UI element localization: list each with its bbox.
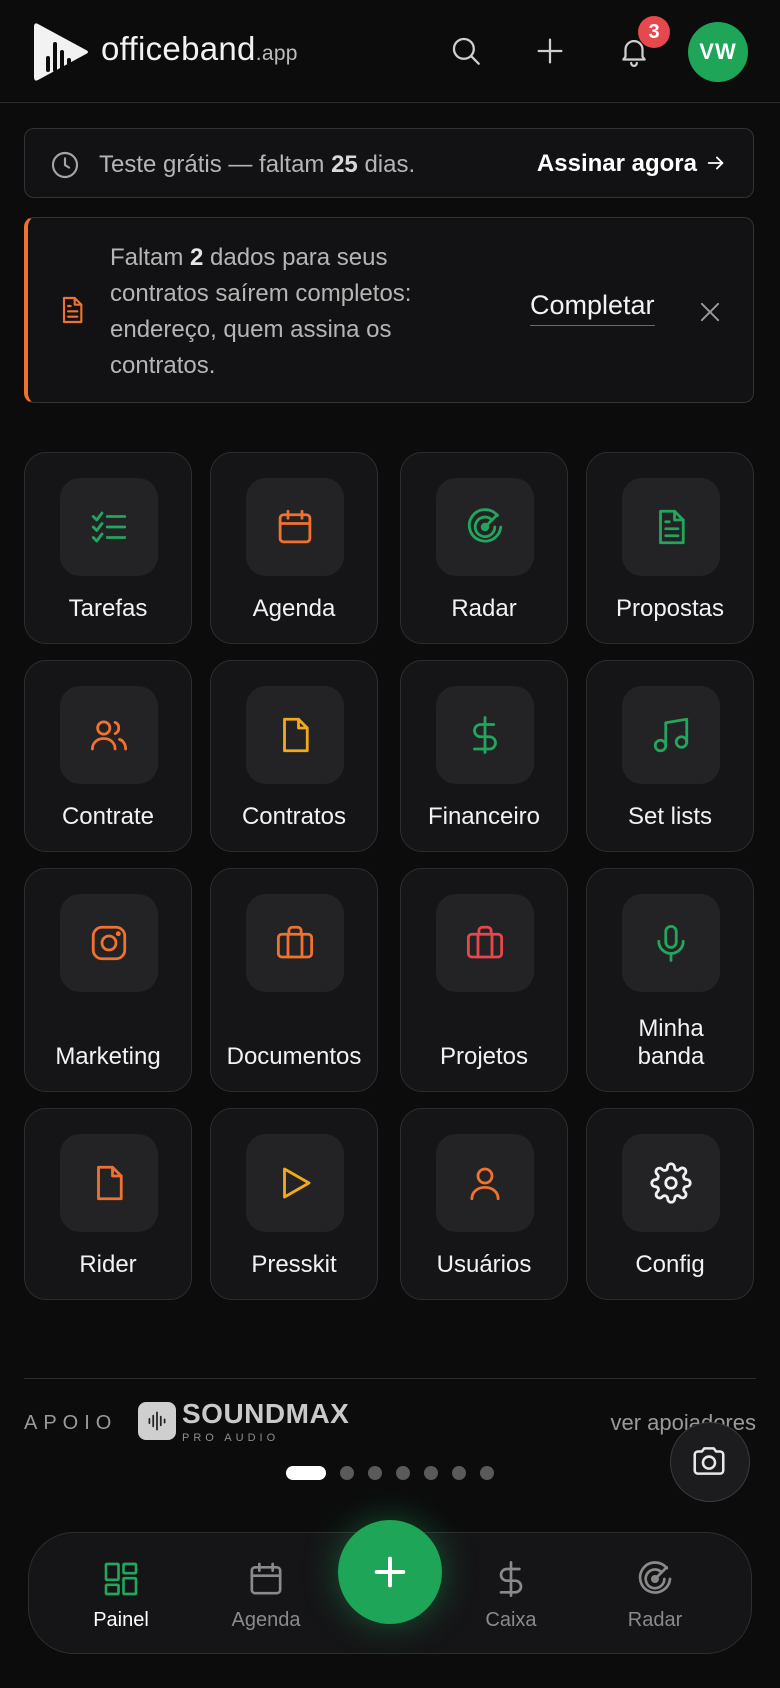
- dollar-icon: [499, 1561, 523, 1597]
- arrow-right-icon: [705, 150, 727, 178]
- tile-presskit[interactable]: Presskit: [210, 1108, 378, 1300]
- nav-label: Painel: [93, 1609, 149, 1631]
- tile-label: Radar: [451, 595, 517, 622]
- tile-label: Contrate: [61, 803, 155, 830]
- file-icon: [97, 1165, 123, 1201]
- user-avatar[interactable]: VW: [688, 22, 748, 82]
- nav-radar[interactable]: Radar: [595, 1559, 715, 1632]
- tile-documentos[interactable]: Documentos: [210, 868, 378, 1092]
- tile-label: Propostas: [615, 595, 725, 622]
- play-icon: [283, 1167, 311, 1199]
- briefcase-icon: [466, 925, 504, 959]
- tile-label: Agenda: [252, 595, 336, 622]
- subscribe-now-link[interactable]: Assinar agora: [537, 150, 727, 178]
- tile-projetos[interactable]: Projetos: [400, 868, 568, 1092]
- sponsor-name[interactable]: SOUNDMAX: [182, 1398, 349, 1430]
- close-icon: [700, 302, 720, 322]
- missing-data-alert: Faltam 2 dados para seus contratos saíre…: [24, 217, 754, 403]
- tile-financeiro[interactable]: Financeiro: [400, 660, 568, 852]
- user-icon: [470, 1167, 500, 1201]
- dollar-icon: [473, 716, 497, 754]
- tile-label: Contratos: [241, 803, 347, 830]
- carousel-dot[interactable]: [452, 1466, 466, 1480]
- plus-icon: [374, 1556, 406, 1588]
- carousel-dot[interactable]: [368, 1466, 382, 1480]
- instagram-icon: [91, 925, 127, 961]
- tile-label: Usuários: [436, 1251, 532, 1278]
- trial-banner: Teste grátis — faltam 25 dias. Assinar a…: [24, 128, 754, 198]
- alert-count: 2: [190, 244, 204, 271]
- radar-icon: [467, 508, 503, 543]
- officeband-logo-icon[interactable]: [32, 20, 92, 84]
- trial-days: 25: [331, 151, 358, 178]
- tile-tarefas[interactable]: Tarefas: [24, 452, 192, 644]
- tile-radar[interactable]: Radar: [400, 452, 568, 644]
- clock-icon: [49, 149, 81, 181]
- sponsors-label: APOIO: [24, 1412, 118, 1434]
- tile-label: Documentos: [226, 1043, 362, 1070]
- tile-label: Minha banda: [637, 1015, 705, 1070]
- tile-propostas[interactable]: Propostas: [586, 452, 754, 644]
- tile-set-lists[interactable]: Set lists: [586, 660, 754, 852]
- notification-count-badge: 3: [638, 16, 670, 48]
- tile-label: Presskit: [251, 1251, 337, 1278]
- trial-text: Teste grátis — faltam 25 dias.: [99, 151, 416, 178]
- tile-label: Marketing: [55, 1043, 161, 1070]
- file-icon: [283, 717, 309, 753]
- plus-icon: [537, 38, 563, 64]
- close-alert-button[interactable]: [696, 298, 724, 326]
- calendar-icon: [278, 509, 312, 544]
- tile-label: Config: [635, 1251, 705, 1278]
- app-header: officeband.app 3 VW: [0, 0, 780, 103]
- radar-icon: [638, 1561, 672, 1594]
- calendar-icon: [250, 1562, 282, 1595]
- brand-suffix: .app: [255, 42, 298, 65]
- users-icon: [90, 720, 128, 751]
- nav-caixa[interactable]: Caixa: [451, 1559, 571, 1632]
- brand-name: officeband.app: [101, 30, 298, 67]
- alert-message: Faltam 2 dados para seus contratos saíre…: [110, 244, 412, 379]
- carousel-dot[interactable]: [340, 1466, 354, 1480]
- music-icon: [653, 717, 689, 753]
- file-text-icon: [659, 509, 685, 545]
- tile-contrate[interactable]: Contrate: [24, 660, 192, 852]
- nav-label: Caixa: [485, 1609, 537, 1631]
- create-fab-button[interactable]: [338, 1520, 442, 1624]
- nav-agenda[interactable]: Agenda: [206, 1559, 326, 1632]
- tile-config[interactable]: Config: [586, 1108, 754, 1300]
- nav-label: Radar: [627, 1609, 683, 1631]
- dashboard-icon: [104, 1562, 138, 1596]
- tile-minha-banda[interactable]: Minha banda: [586, 868, 754, 1092]
- soundmax-logo-icon[interactable]: [138, 1402, 176, 1440]
- carousel-dot[interactable]: [286, 1466, 326, 1480]
- search-icon: [452, 37, 480, 65]
- tile-rider[interactable]: Rider: [24, 1108, 192, 1300]
- carousel-dot[interactable]: [480, 1466, 494, 1480]
- carousel-dot[interactable]: [424, 1466, 438, 1480]
- search-button[interactable]: [443, 28, 489, 74]
- nav-label: Agenda: [231, 1609, 301, 1631]
- gear-icon: [650, 1162, 692, 1204]
- tile-label: Tarefas: [68, 595, 148, 622]
- camera-button[interactable]: [670, 1422, 750, 1502]
- tile-label: Projetos: [439, 1043, 529, 1070]
- tile-label: Set lists: [627, 803, 713, 830]
- checklist-icon: [91, 511, 127, 543]
- sponsor-subtitle: PRO AUDIO: [182, 1432, 280, 1444]
- briefcase-icon: [276, 925, 314, 959]
- tile-agenda[interactable]: Agenda: [210, 452, 378, 644]
- nav-painel[interactable]: Painel: [61, 1559, 181, 1632]
- divider: [24, 1378, 756, 1379]
- add-button[interactable]: [527, 28, 573, 74]
- tile-label: Financeiro: [427, 803, 541, 830]
- tile-label: Rider: [79, 1251, 137, 1278]
- tile-contratos[interactable]: Contratos: [210, 660, 378, 852]
- tile-usuarios[interactable]: Usuários: [400, 1108, 568, 1300]
- tile-marketing[interactable]: Marketing: [24, 868, 192, 1092]
- camera-icon: [693, 1447, 725, 1475]
- microphone-icon: [657, 924, 685, 962]
- carousel-dot[interactable]: [396, 1466, 410, 1480]
- document-icon: [56, 294, 88, 326]
- complete-button[interactable]: Completar: [530, 290, 655, 326]
